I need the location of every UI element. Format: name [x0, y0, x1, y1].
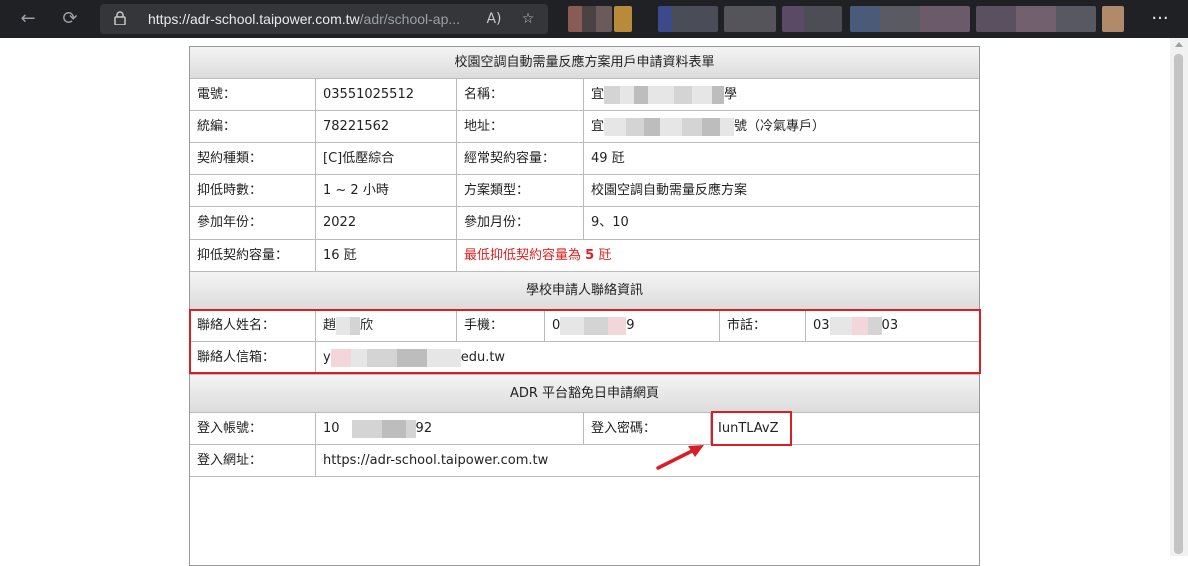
- url-text: https://adr-school.taipower.com.tw/adr/s…: [148, 11, 460, 27]
- section-header-contact: 學校申請人聯絡資訊: [190, 272, 979, 310]
- redacted-gap: [339, 419, 352, 438]
- redacted-block: [660, 117, 683, 136]
- annotation-arrow-icon: [656, 445, 704, 470]
- redacted-block: [644, 117, 661, 136]
- field-label: 方案類型：: [457, 175, 584, 206]
- table-row: 登入帳號： 10 92 登入密碼： IunTLAvZ: [190, 413, 979, 445]
- table-row: 契約種類： [C]低壓綜合 經常契約容量： 49 瓩: [190, 143, 979, 175]
- tab-thumbnail[interactable]: [614, 6, 632, 32]
- field-label: 統編：: [190, 111, 316, 142]
- field-label: 參加月份：: [457, 207, 584, 239]
- redacted-block: [702, 117, 721, 136]
- table-row: 登入網址： https://adr-school.taipower.com.tw: [190, 445, 979, 477]
- field-label: 名稱：: [457, 79, 584, 110]
- field-value-address: 宜 號（冷氣專戶）: [584, 111, 979, 142]
- section-header-adr-platform: ADR 平台豁免日申請網頁: [190, 375, 979, 413]
- section-header-application: 校園空調自動需量反應方案用戶申請資料表單: [190, 47, 979, 79]
- value-prefix: 宜: [591, 119, 605, 134]
- table-row: 抑低契約容量： 16 瓩 最低抑低契約容量為 5 瓩: [190, 240, 979, 272]
- warning-number: 5: [585, 248, 595, 263]
- warning-text: 最低抑低契約容量為: [464, 248, 582, 263]
- redacted-block: [648, 85, 675, 104]
- favorite-add-icon[interactable]: ☆: [518, 10, 538, 28]
- field-label: 電號：: [190, 79, 316, 110]
- field-value: 49 瓩: [591, 151, 625, 166]
- redacted-block: [682, 117, 703, 136]
- back-icon[interactable]: ←: [16, 8, 40, 30]
- contact-info-highlight-box: [189, 309, 981, 374]
- tab-thumbnail[interactable]: [850, 6, 970, 32]
- field-label: 地址：: [457, 111, 584, 142]
- tab-thumbnail[interactable]: [782, 6, 842, 32]
- redacted-block: [674, 85, 693, 104]
- browser-toolbar: ← ⟳ https://adr-school.taipower.com.tw/a…: [0, 0, 1188, 38]
- field-value-login-url: https://adr-school.taipower.com.tw: [323, 453, 549, 468]
- redacted-block: [634, 85, 649, 104]
- table-row: 參加年份： 2022 參加月份： 9、10: [190, 207, 979, 240]
- redacted-block: [351, 419, 382, 438]
- field-label: 經常契約容量：: [457, 143, 584, 174]
- value-suffix: 92: [415, 421, 433, 436]
- redacted-block: [604, 117, 627, 136]
- field-value: 校園空調自動需量反應方案: [591, 183, 748, 198]
- tab-thumbnail[interactable]: [568, 6, 612, 32]
- tab-thumbnail[interactable]: [976, 6, 1096, 32]
- refresh-icon[interactable]: ⟳: [58, 8, 82, 30]
- redacted-block: [692, 85, 713, 104]
- field-value: 78221562: [316, 111, 457, 142]
- address-bar[interactable]: https://adr-school.taipower.com.tw/adr/s…: [100, 4, 548, 34]
- field-label: 抑低契約容量：: [190, 240, 316, 271]
- field-value: 2022: [316, 207, 457, 239]
- field-label: 契約種類：: [190, 143, 316, 174]
- field-value-school-name: 宜學: [584, 79, 979, 110]
- value-prefix: 宜: [591, 87, 605, 102]
- url-host: https://adr-school.taipower.com.tw: [148, 11, 360, 27]
- value-suffix: 學: [724, 87, 738, 102]
- url-path: /adr/school-ap...: [359, 11, 461, 27]
- scroll-up-icon[interactable]: [1175, 42, 1183, 47]
- password-highlight-box: [711, 411, 792, 446]
- tab-thumbnail[interactable]: [1102, 6, 1124, 32]
- lock-icon[interactable]: [114, 11, 128, 27]
- scrollbar-thumb[interactable]: [1174, 54, 1183, 554]
- field-value: 16 瓩: [316, 240, 457, 271]
- tab-thumbnail[interactable]: [724, 6, 776, 32]
- redacted-block: [405, 419, 416, 438]
- page-scrollbar[interactable]: [1170, 38, 1188, 556]
- field-label: 登入網址：: [190, 445, 316, 476]
- redacted-block: [712, 85, 725, 104]
- value-prefix: 10: [323, 421, 340, 436]
- table-row: 統編： 78221562 地址： 宜 號（冷氣專戶）: [190, 111, 979, 143]
- field-value: 03551025512: [316, 79, 457, 110]
- value-suffix: 號（冷氣專戶）: [734, 119, 826, 134]
- redacted-block: [604, 85, 621, 104]
- field-label: 參加年份：: [190, 207, 316, 239]
- redacted-block: [720, 117, 735, 136]
- redacted-block: [620, 85, 635, 104]
- field-value: 1 ~ 2 小時: [316, 175, 457, 206]
- min-capacity-warning: 最低抑低契約容量為 5 瓩: [457, 240, 979, 271]
- tab-thumbnail[interactable]: [658, 6, 718, 32]
- field-label: 登入帳號：: [190, 413, 316, 444]
- redacted-block: [381, 419, 406, 438]
- field-value: [C]低壓綜合: [316, 143, 457, 174]
- warning-unit: 瓩: [598, 248, 612, 263]
- field-value-account: 10 92: [316, 413, 584, 444]
- table-row: 電號： 03551025512 名稱： 宜學: [190, 79, 979, 111]
- field-label: 抑低時數：: [190, 175, 316, 206]
- table-row: 抑低時數： 1 ~ 2 小時 方案類型： 校園空調自動需量反應方案: [190, 175, 979, 207]
- redacted-block: [626, 117, 645, 136]
- application-form: 校園空調自動需量反應方案用戶申請資料表單 電號： 03551025512 名稱：…: [189, 46, 980, 566]
- read-aloud-icon[interactable]: A): [484, 10, 504, 28]
- more-icon[interactable]: ···: [1148, 6, 1172, 32]
- field-value: 9、10: [591, 215, 629, 230]
